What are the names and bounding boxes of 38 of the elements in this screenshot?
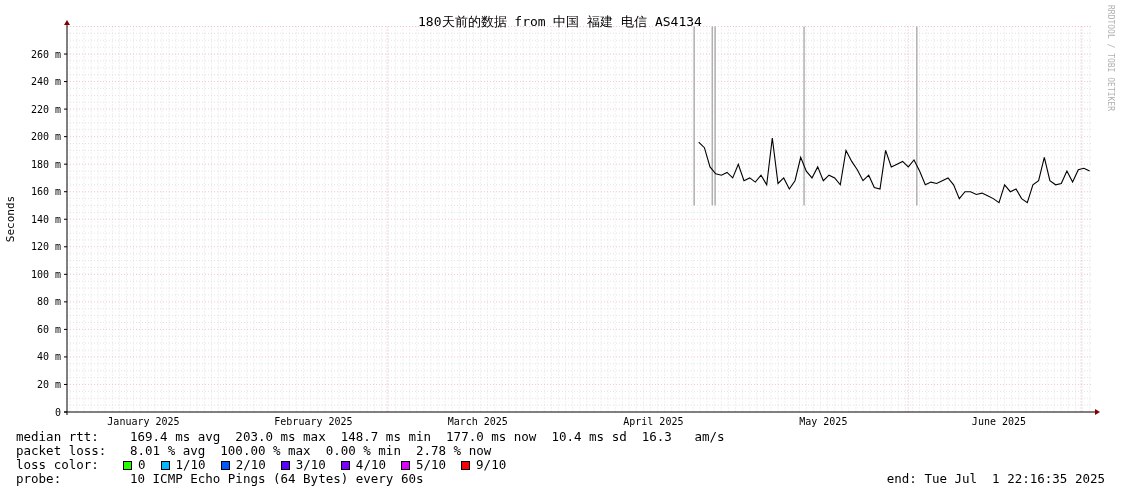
end-time-text: end: Tue Jul 1 22:16:35 2025: [886, 472, 1105, 486]
legend-text: 8.01 % avg 100.00 % max 0.00 % min 2.78 % now: [130, 444, 492, 458]
x-tick-label: May 2025: [799, 416, 848, 427]
y-tick-label: 80 m: [36, 296, 61, 308]
chart-title: 180天前的数据 from 中国 福建 电信 AS4134: [418, 14, 702, 29]
y-tick-label: 140 m: [30, 213, 61, 225]
legend-text: 1/10: [175, 458, 206, 472]
legend-text: 0: [138, 458, 146, 472]
y-tick-label: 60 m: [36, 323, 61, 335]
y-tick-label: 120 m: [30, 241, 61, 253]
legend-text: 169.4 ms avg 203.0 ms max 148.7 ms min 177.0 ms now 10.4 ms sd 16.3 am/s: [130, 430, 725, 444]
legend-label: median rtt:: [16, 430, 100, 444]
legend-text: 3/10: [295, 458, 326, 472]
y-tick-label: 20 m: [36, 378, 61, 390]
x-tick-label: June 2025: [971, 416, 1027, 427]
legend-label: probe:: [16, 472, 63, 486]
watermark-text: RRDTOOL / TOBI OETIKER: [1106, 5, 1115, 111]
legend-text: 9/10: [476, 458, 507, 472]
legend-text: 10 ICMP Echo Pings (64 Bytes) every 60s: [130, 472, 424, 486]
legend-label: loss color:: [16, 458, 100, 472]
y-tick-label: 180 m: [30, 158, 61, 170]
y-axis-label: Seconds: [4, 195, 17, 243]
legend-text: 2/10: [235, 458, 266, 472]
y-tick-label: 220 m: [30, 103, 61, 115]
legend-text: 4/10: [355, 458, 386, 472]
x-tick-label: February 2025: [274, 416, 353, 427]
y-tick-label: 240 m: [30, 76, 61, 88]
y-tick-label: 40 m: [36, 351, 61, 363]
y-tick-label: 0: [54, 406, 61, 418]
y-tick-label: 100 m: [30, 268, 61, 280]
x-tick-label: March 2025: [447, 416, 508, 427]
y-tick-label: 200 m: [30, 131, 61, 143]
y-tick-label: 260 m: [30, 48, 61, 60]
legend-text: 5/10: [415, 458, 447, 472]
y-tick-label: 160 m: [30, 186, 61, 198]
legend-label: packet loss:: [16, 444, 108, 458]
x-tick-label: April 2025: [623, 416, 684, 427]
x-tick-label: January 2025: [107, 416, 180, 427]
